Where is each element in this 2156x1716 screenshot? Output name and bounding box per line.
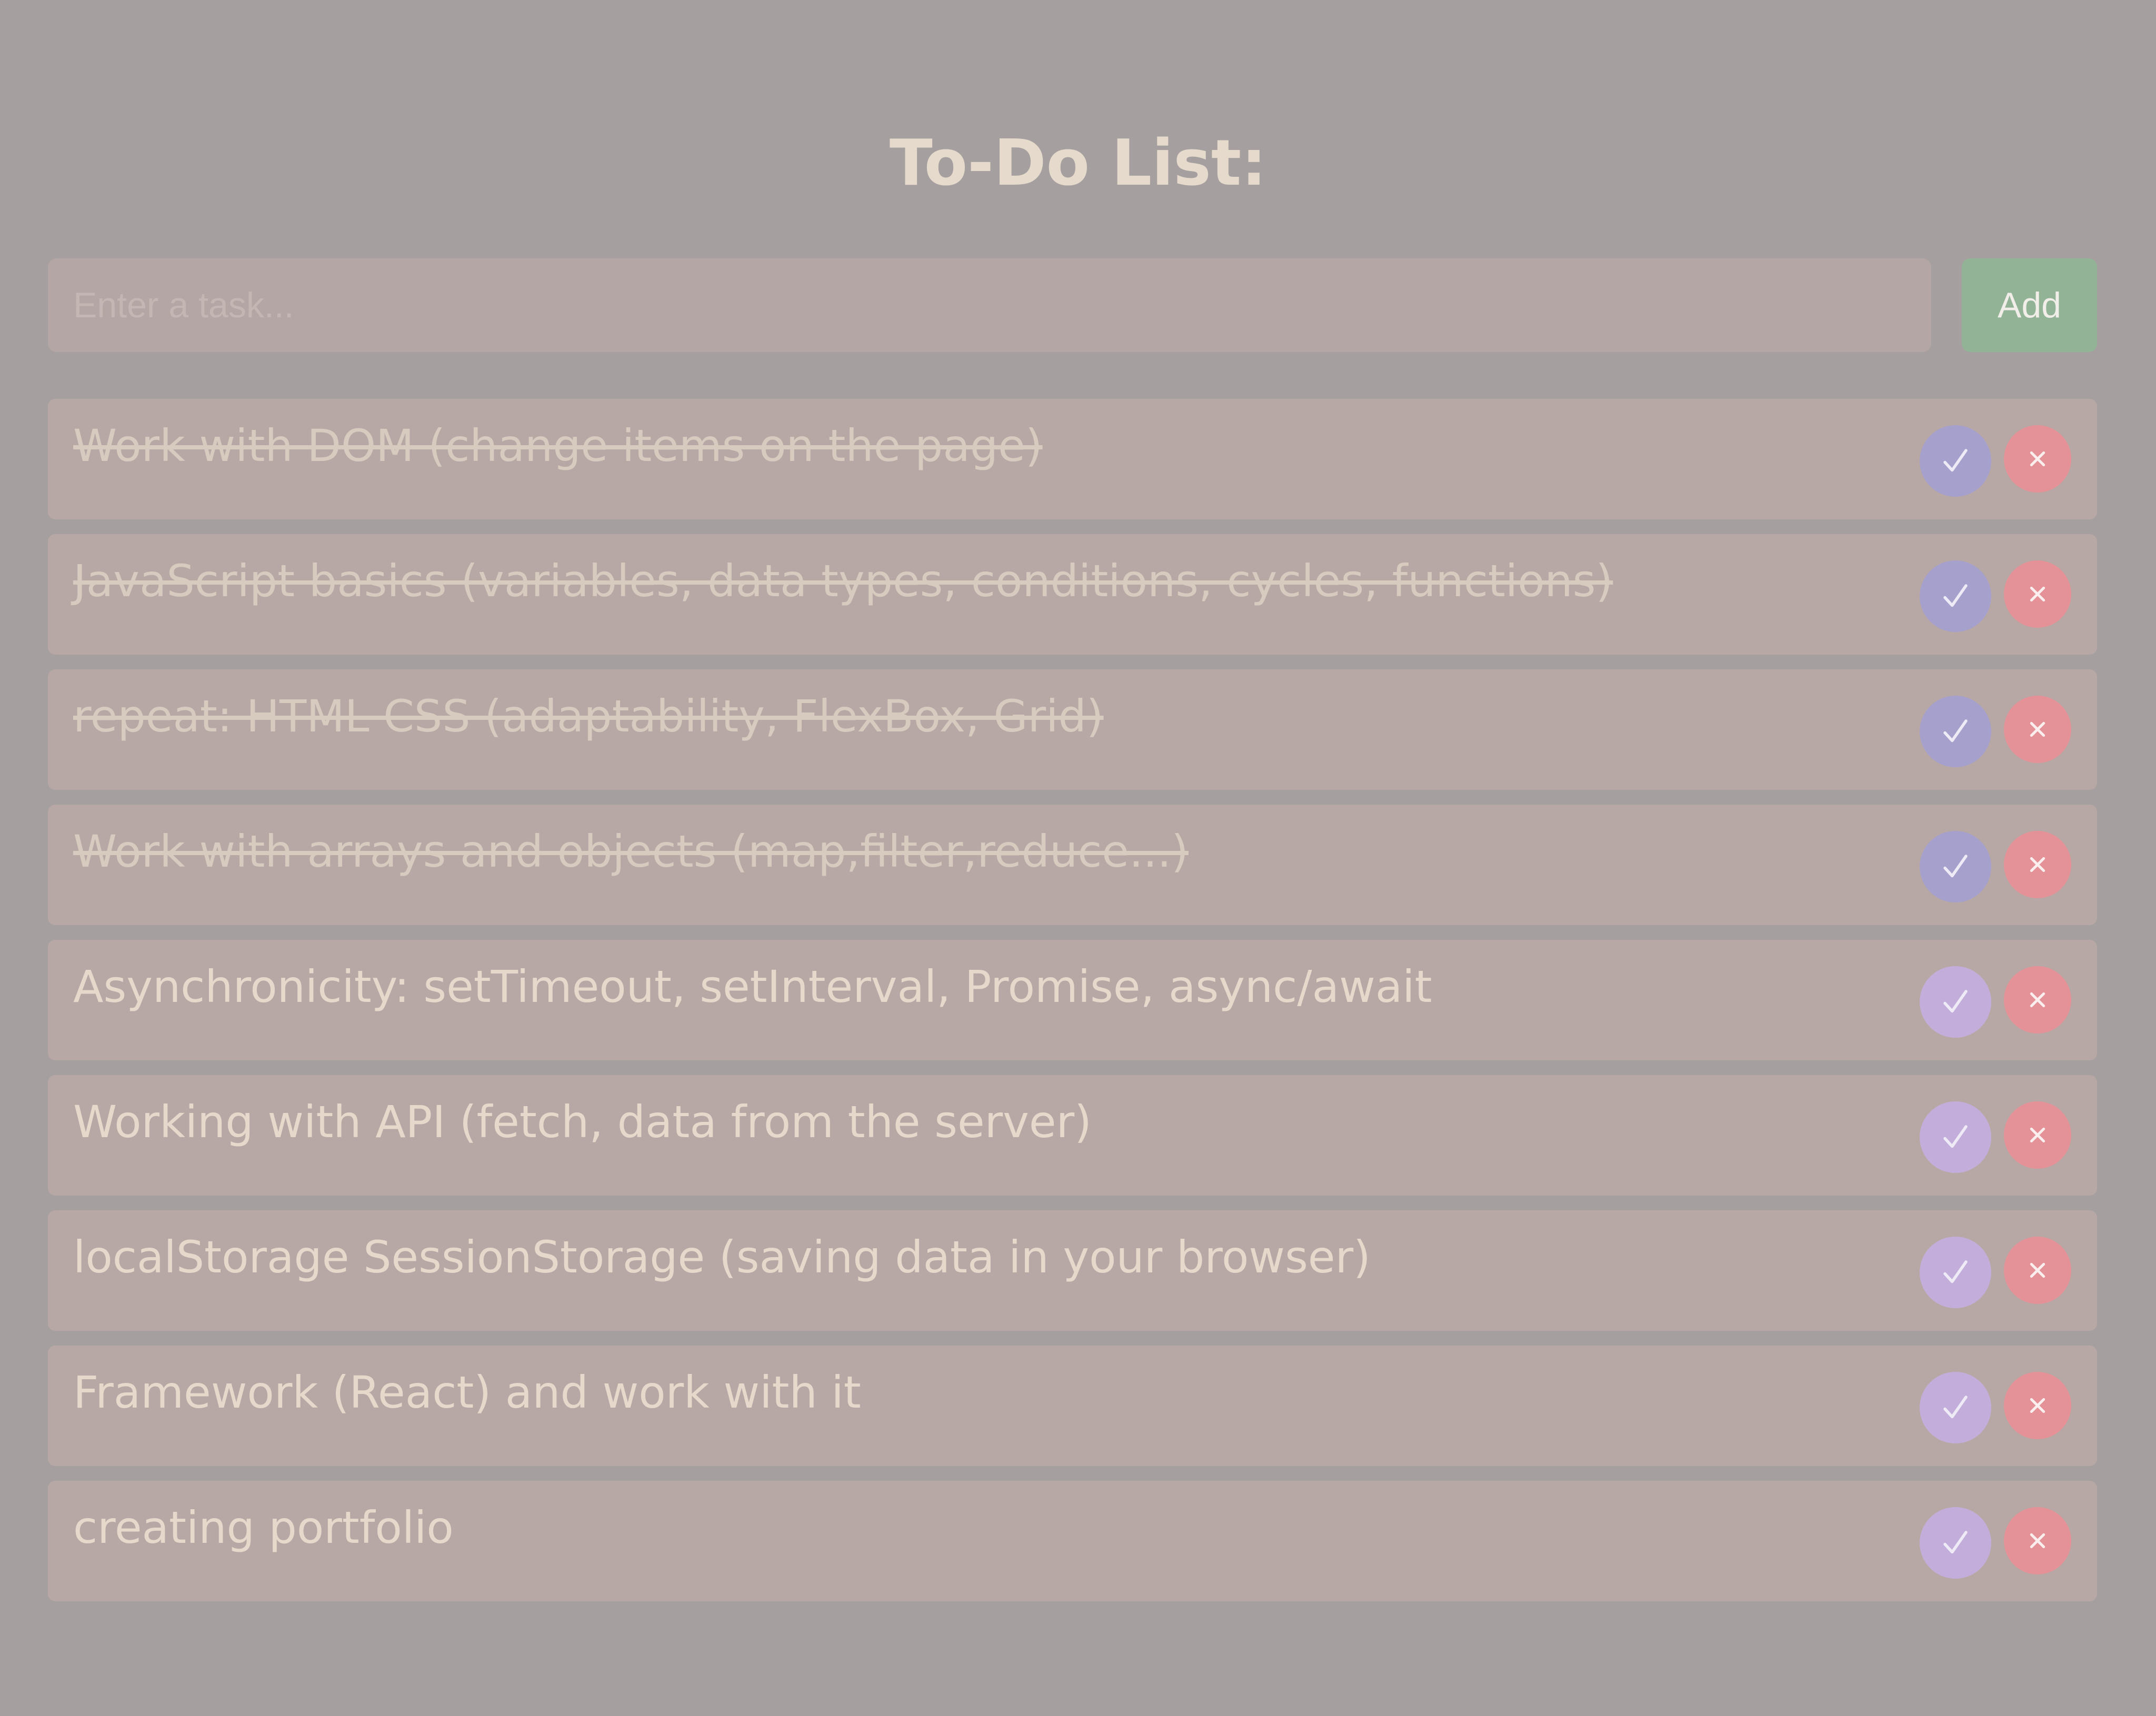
close-icon [2027,448,2048,469]
checkmark-icon [1940,851,1971,882]
checkmark-icon [1940,1257,1971,1288]
task-text[interactable]: repeat: HTML CSS (adaptability, FlexBox,… [73,690,1104,742]
delete-button[interactable] [2004,1507,2071,1574]
list-item: Working with API (fetch, data from the s… [48,1075,2097,1196]
list-item: Framework (React) and work with it [48,1346,2097,1466]
delete-button[interactable] [2004,1101,2071,1169]
delete-button[interactable] [2004,1372,2071,1439]
complete-button[interactable] [1920,696,1991,767]
list-item: Asynchronicity: setTimeout, setInterval,… [48,940,2097,1060]
checkmark-icon [1940,580,1971,612]
task-text[interactable]: localStorage SessionStorage (saving data… [73,1231,1371,1283]
delete-button[interactable] [2004,831,2071,898]
add-button[interactable]: Add [1962,258,2097,352]
list-item: creating portfolio [48,1481,2097,1601]
delete-button[interactable] [2004,1237,2071,1304]
close-icon [2027,1125,2048,1146]
delete-button[interactable] [2004,560,2071,628]
delete-button[interactable] [2004,966,2071,1033]
checkmark-icon [1940,1527,1971,1559]
close-icon [2027,584,2048,605]
task-text[interactable]: Asynchronicity: setTimeout, setInterval,… [73,961,1432,1012]
task-text[interactable]: JavaScript basics (variables, data types… [73,555,1613,607]
task-text[interactable]: creating portfolio [73,1502,454,1553]
complete-button[interactable] [1920,1507,1991,1579]
page-title: To-Do List: [889,127,1267,200]
task-text[interactable]: Work with DOM (change items on the page) [73,420,1043,471]
complete-button[interactable] [1920,1237,1991,1308]
close-icon [2027,1395,2048,1416]
list-item: Work with arrays and objects (map,filter… [48,805,2097,925]
checkmark-icon [1940,445,1971,477]
task-text[interactable]: Work with arrays and objects (map,filter… [73,826,1189,877]
list-item: repeat: HTML CSS (adaptability, FlexBox,… [48,669,2097,790]
list-item: JavaScript basics (variables, data types… [48,534,2097,655]
task-input[interactable] [48,258,1931,352]
close-icon [2027,989,2048,1010]
close-icon [2027,1260,2048,1281]
complete-button[interactable] [1920,1372,1991,1443]
complete-button[interactable] [1920,560,1991,632]
close-icon [2027,719,2048,740]
list-item: Work with DOM (change items on the page) [48,399,2097,519]
task-text[interactable]: Working with API (fetch, data from the s… [73,1096,1092,1148]
close-icon [2027,1530,2048,1551]
checkmark-icon [1940,1392,1971,1423]
complete-button[interactable] [1920,966,1991,1038]
checkmark-icon [1940,1121,1971,1153]
delete-button[interactable] [2004,696,2071,763]
delete-button[interactable] [2004,425,2071,493]
checkmark-icon [1940,716,1971,747]
checkmark-icon [1940,986,1971,1018]
todo-app: To-Do List: Add Work with DOM (change it… [0,0,2156,1716]
list-item: localStorage SessionStorage (saving data… [48,1210,2097,1331]
complete-button[interactable] [1920,1101,1991,1173]
task-text[interactable]: Framework (React) and work with it [73,1367,861,1418]
task-list: Work with DOM (change items on the page)… [48,399,2097,1616]
complete-button[interactable] [1920,425,1991,497]
close-icon [2027,854,2048,875]
complete-button[interactable] [1920,831,1991,902]
